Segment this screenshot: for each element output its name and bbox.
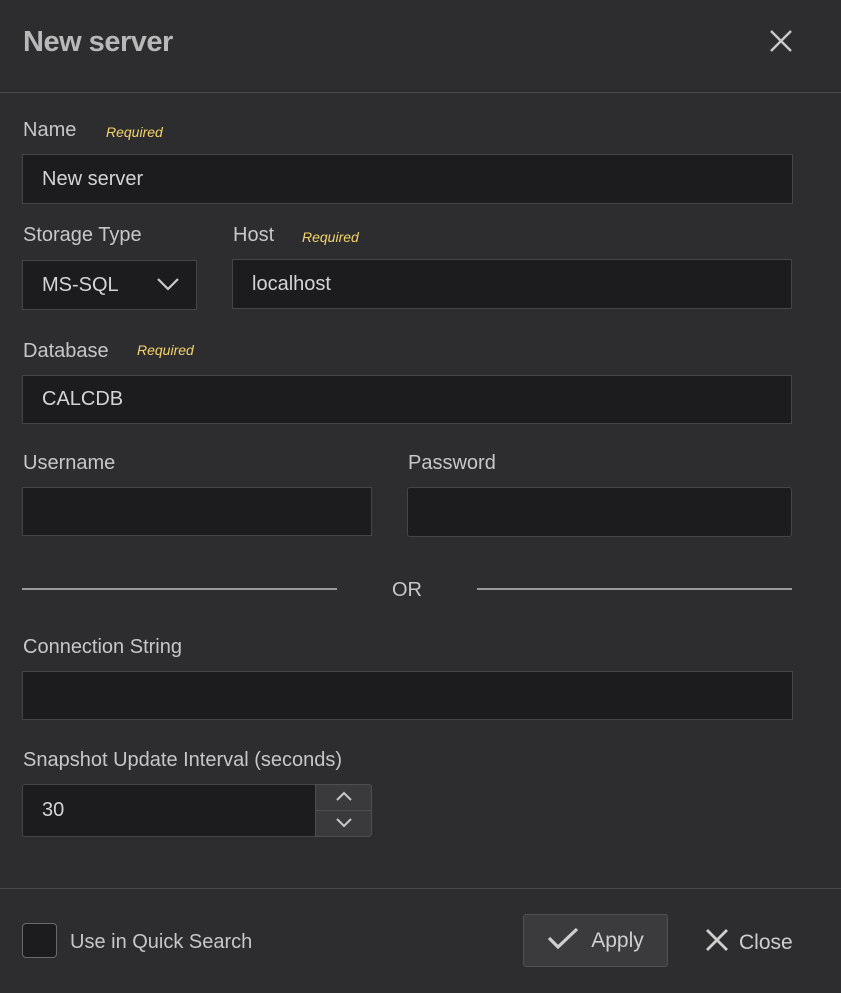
apply-button[interactable]: Apply <box>523 914 668 967</box>
close-icon[interactable] <box>768 28 794 54</box>
username-label: Username <box>23 452 116 474</box>
or-divider-left <box>22 588 337 590</box>
storage-type-select[interactable]: MS-SQL <box>22 260 197 310</box>
snapshot-interval-value: 30 <box>42 799 65 821</box>
close-icon <box>705 928 729 958</box>
check-icon <box>547 926 579 956</box>
dialog-title: New server <box>23 26 173 58</box>
header-divider <box>0 92 841 93</box>
footer-divider <box>0 888 841 889</box>
chevron-down-icon <box>156 274 180 297</box>
host-input-value: localhost <box>252 272 331 295</box>
database-input-value: CALCDB <box>42 388 124 410</box>
database-input[interactable]: CALCDB <box>22 375 792 424</box>
name-label: Name <box>23 119 77 141</box>
connection-string-input[interactable] <box>22 671 793 720</box>
quick-search-label[interactable]: Use in Quick Search <box>70 931 252 954</box>
name-input[interactable]: New server <box>22 154 793 204</box>
name-required-badge: Required <box>106 124 163 140</box>
apply-label: Apply <box>591 928 644 952</box>
host-label: Host <box>233 224 275 246</box>
password-input[interactable] <box>407 487 792 537</box>
database-label: Database <box>23 340 109 362</box>
password-label: Password <box>408 452 496 474</box>
stepper-up-button[interactable] <box>315 784 372 811</box>
storage-type-value: MS-SQL <box>42 273 119 296</box>
host-required-badge: Required <box>302 229 359 245</box>
chevron-up-icon <box>335 789 353 807</box>
stepper-down-button[interactable] <box>315 810 372 837</box>
storage-type-label: Storage Type <box>23 224 142 246</box>
host-input[interactable]: localhost <box>232 259 792 309</box>
username-input[interactable] <box>22 487 372 536</box>
close-button[interactable]: Close <box>705 928 793 958</box>
chevron-down-icon <box>335 815 353 833</box>
quick-search-checkbox[interactable] <box>22 923 57 958</box>
connection-string-label: Connection String <box>23 636 182 658</box>
close-label: Close <box>739 931 793 954</box>
database-required-badge: Required <box>137 342 194 358</box>
snapshot-interval-input[interactable]: 30 <box>22 784 316 837</box>
or-divider-text: OR <box>392 579 422 601</box>
name-input-value: New server <box>42 167 144 190</box>
snapshot-interval-label: Snapshot Update Interval (seconds) <box>23 749 343 771</box>
or-divider-right <box>477 588 792 590</box>
